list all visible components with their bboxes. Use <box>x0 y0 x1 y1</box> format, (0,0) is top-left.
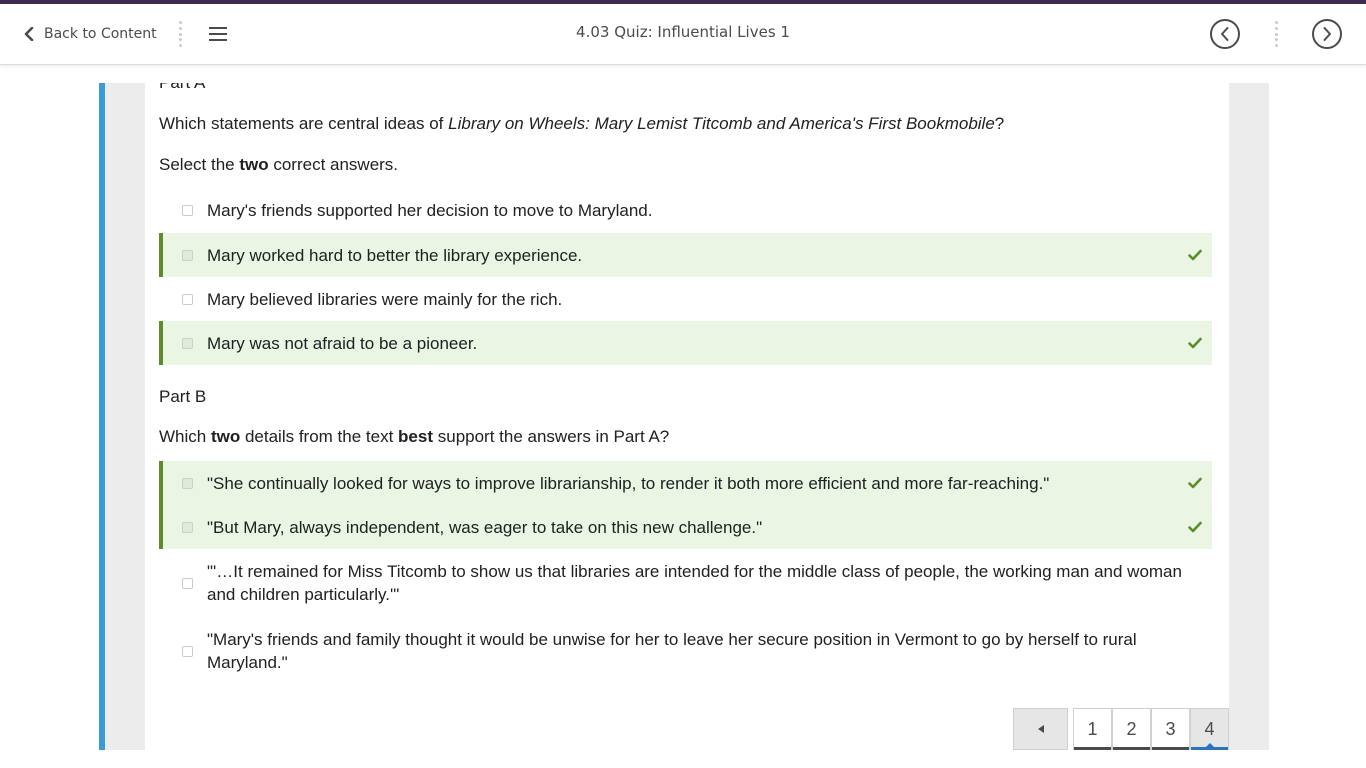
part-b-question: Which two details from the text best sup… <box>159 427 670 446</box>
hamburger-icon[interactable] <box>208 25 230 43</box>
answer-option-correct[interactable]: "But Mary, always independent, was eager… <box>159 505 1212 549</box>
answer-option[interactable]: Mary believed libraries were mainly for … <box>159 277 1212 321</box>
next-topic-button[interactable] <box>1312 19 1342 49</box>
part-a-question: Which statements are central ideas of Li… <box>159 114 1005 133</box>
answer-checkbox[interactable] <box>182 204 193 216</box>
answer-text: Mary believed libraries were mainly for … <box>207 289 563 309</box>
divider-dots <box>1274 21 1278 47</box>
page-button-2[interactable]: 2 <box>1112 708 1151 750</box>
answer-text: "But Mary, always independent, was eager… <box>207 517 763 537</box>
answer-text: Mary was not afraid to be a pioneer. <box>207 333 478 353</box>
triangle-left-icon <box>1037 725 1044 733</box>
checkmark-icon <box>1188 521 1202 533</box>
answer-option-correct[interactable]: "She continually looked for ways to impr… <box>159 461 1212 505</box>
answer-text: Mary's friends supported her decision to… <box>207 200 653 220</box>
page-button-1[interactable]: 1 <box>1073 708 1112 750</box>
part-b-title: Part B <box>159 387 207 406</box>
answer-text: "Mary's friends and family thought it wo… <box>207 630 1137 672</box>
previous-topic-button[interactable] <box>1210 19 1240 49</box>
source-title: Library on Wheels: Mary Lemist Titcomb a… <box>448 114 995 133</box>
answer-text: "'…It remained for Miss Titcomb to show … <box>207 562 1182 604</box>
question-panel: Part A Which statements are central idea… <box>99 83 1269 750</box>
question-accent-bar <box>99 83 105 750</box>
answer-checkbox[interactable] <box>182 577 193 589</box>
question-content: Part A Which statements are central idea… <box>145 83 1229 750</box>
answer-text: Mary worked hard to better the library e… <box>207 245 583 265</box>
answer-option-correct[interactable]: Mary worked hard to better the library e… <box>159 233 1212 277</box>
answer-checkbox-checked[interactable] <box>182 477 193 489</box>
circle-chevron-right-icon <box>1323 27 1331 41</box>
circle-chevron-left-icon <box>1221 27 1229 41</box>
part-a-title: Part A <box>159 83 205 93</box>
divider-dots <box>178 21 182 47</box>
answer-checkbox[interactable] <box>182 293 193 305</box>
answer-text: "She continually looked for ways to impr… <box>207 473 1050 493</box>
answer-option[interactable]: "'…It remained for Miss Titcomb to show … <box>159 553 1212 613</box>
answer-checkbox[interactable] <box>182 645 193 657</box>
answer-option-correct[interactable]: Mary was not afraid to be a pioneer. <box>159 321 1212 365</box>
answer-checkbox-checked[interactable] <box>182 337 193 349</box>
page-button-3[interactable]: 3 <box>1151 708 1190 750</box>
back-to-content-link[interactable]: Back to Content <box>24 23 157 45</box>
top-navbar: Back to Content 4.03 Quiz: Influential L… <box>0 4 1366 65</box>
checkmark-icon <box>1188 337 1202 349</box>
part-a-instruction: Select the two correct answers. <box>159 155 399 174</box>
chevron-left-icon <box>24 27 34 41</box>
back-label: Back to Content <box>44 26 157 42</box>
answer-checkbox-checked[interactable] <box>182 521 193 533</box>
checkmark-icon <box>1188 477 1202 489</box>
answer-checkbox-checked[interactable] <box>182 249 193 261</box>
page-button-4-current[interactable]: 4 <box>1190 708 1229 750</box>
checkmark-icon <box>1188 249 1202 261</box>
previous-page-button[interactable] <box>1013 708 1068 750</box>
page-title: 4.03 Quiz: Influential Lives 1 <box>576 23 790 41</box>
answer-option[interactable]: Mary's friends supported her decision to… <box>159 189 1212 231</box>
answer-option[interactable]: "Mary's friends and family thought it wo… <box>159 621 1212 681</box>
